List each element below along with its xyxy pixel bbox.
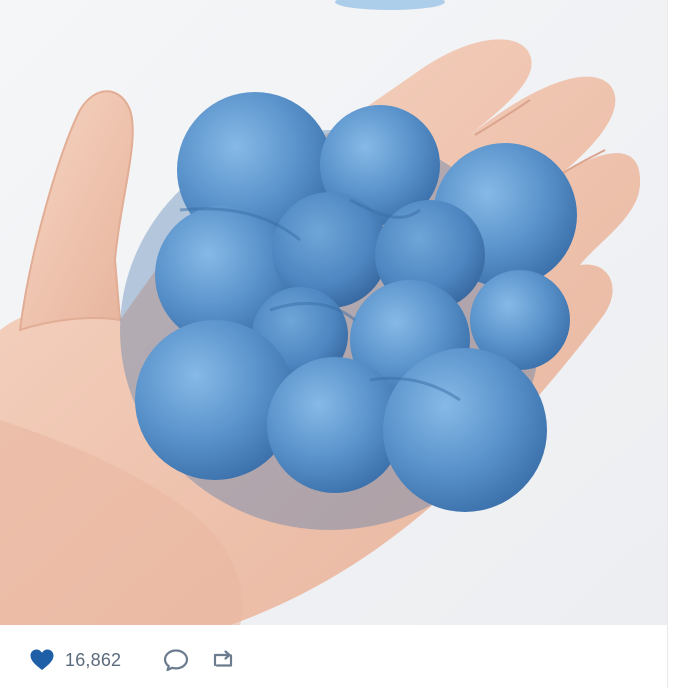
right-edge-border — [667, 0, 679, 688]
post-action-bar: 16,862 — [0, 632, 667, 688]
like-button[interactable]: 16,862 — [30, 649, 121, 671]
speech-bubble-icon[interactable] — [163, 648, 189, 672]
blue-sponge — [120, 92, 577, 530]
like-count: 16,862 — [65, 649, 122, 670]
photo-illustration — [0, 0, 667, 625]
post-card: 16,862 — [0, 0, 679, 688]
retweet-icon[interactable] — [209, 648, 237, 672]
heart-icon[interactable] — [30, 649, 54, 671]
post-photo[interactable] — [0, 0, 668, 625]
